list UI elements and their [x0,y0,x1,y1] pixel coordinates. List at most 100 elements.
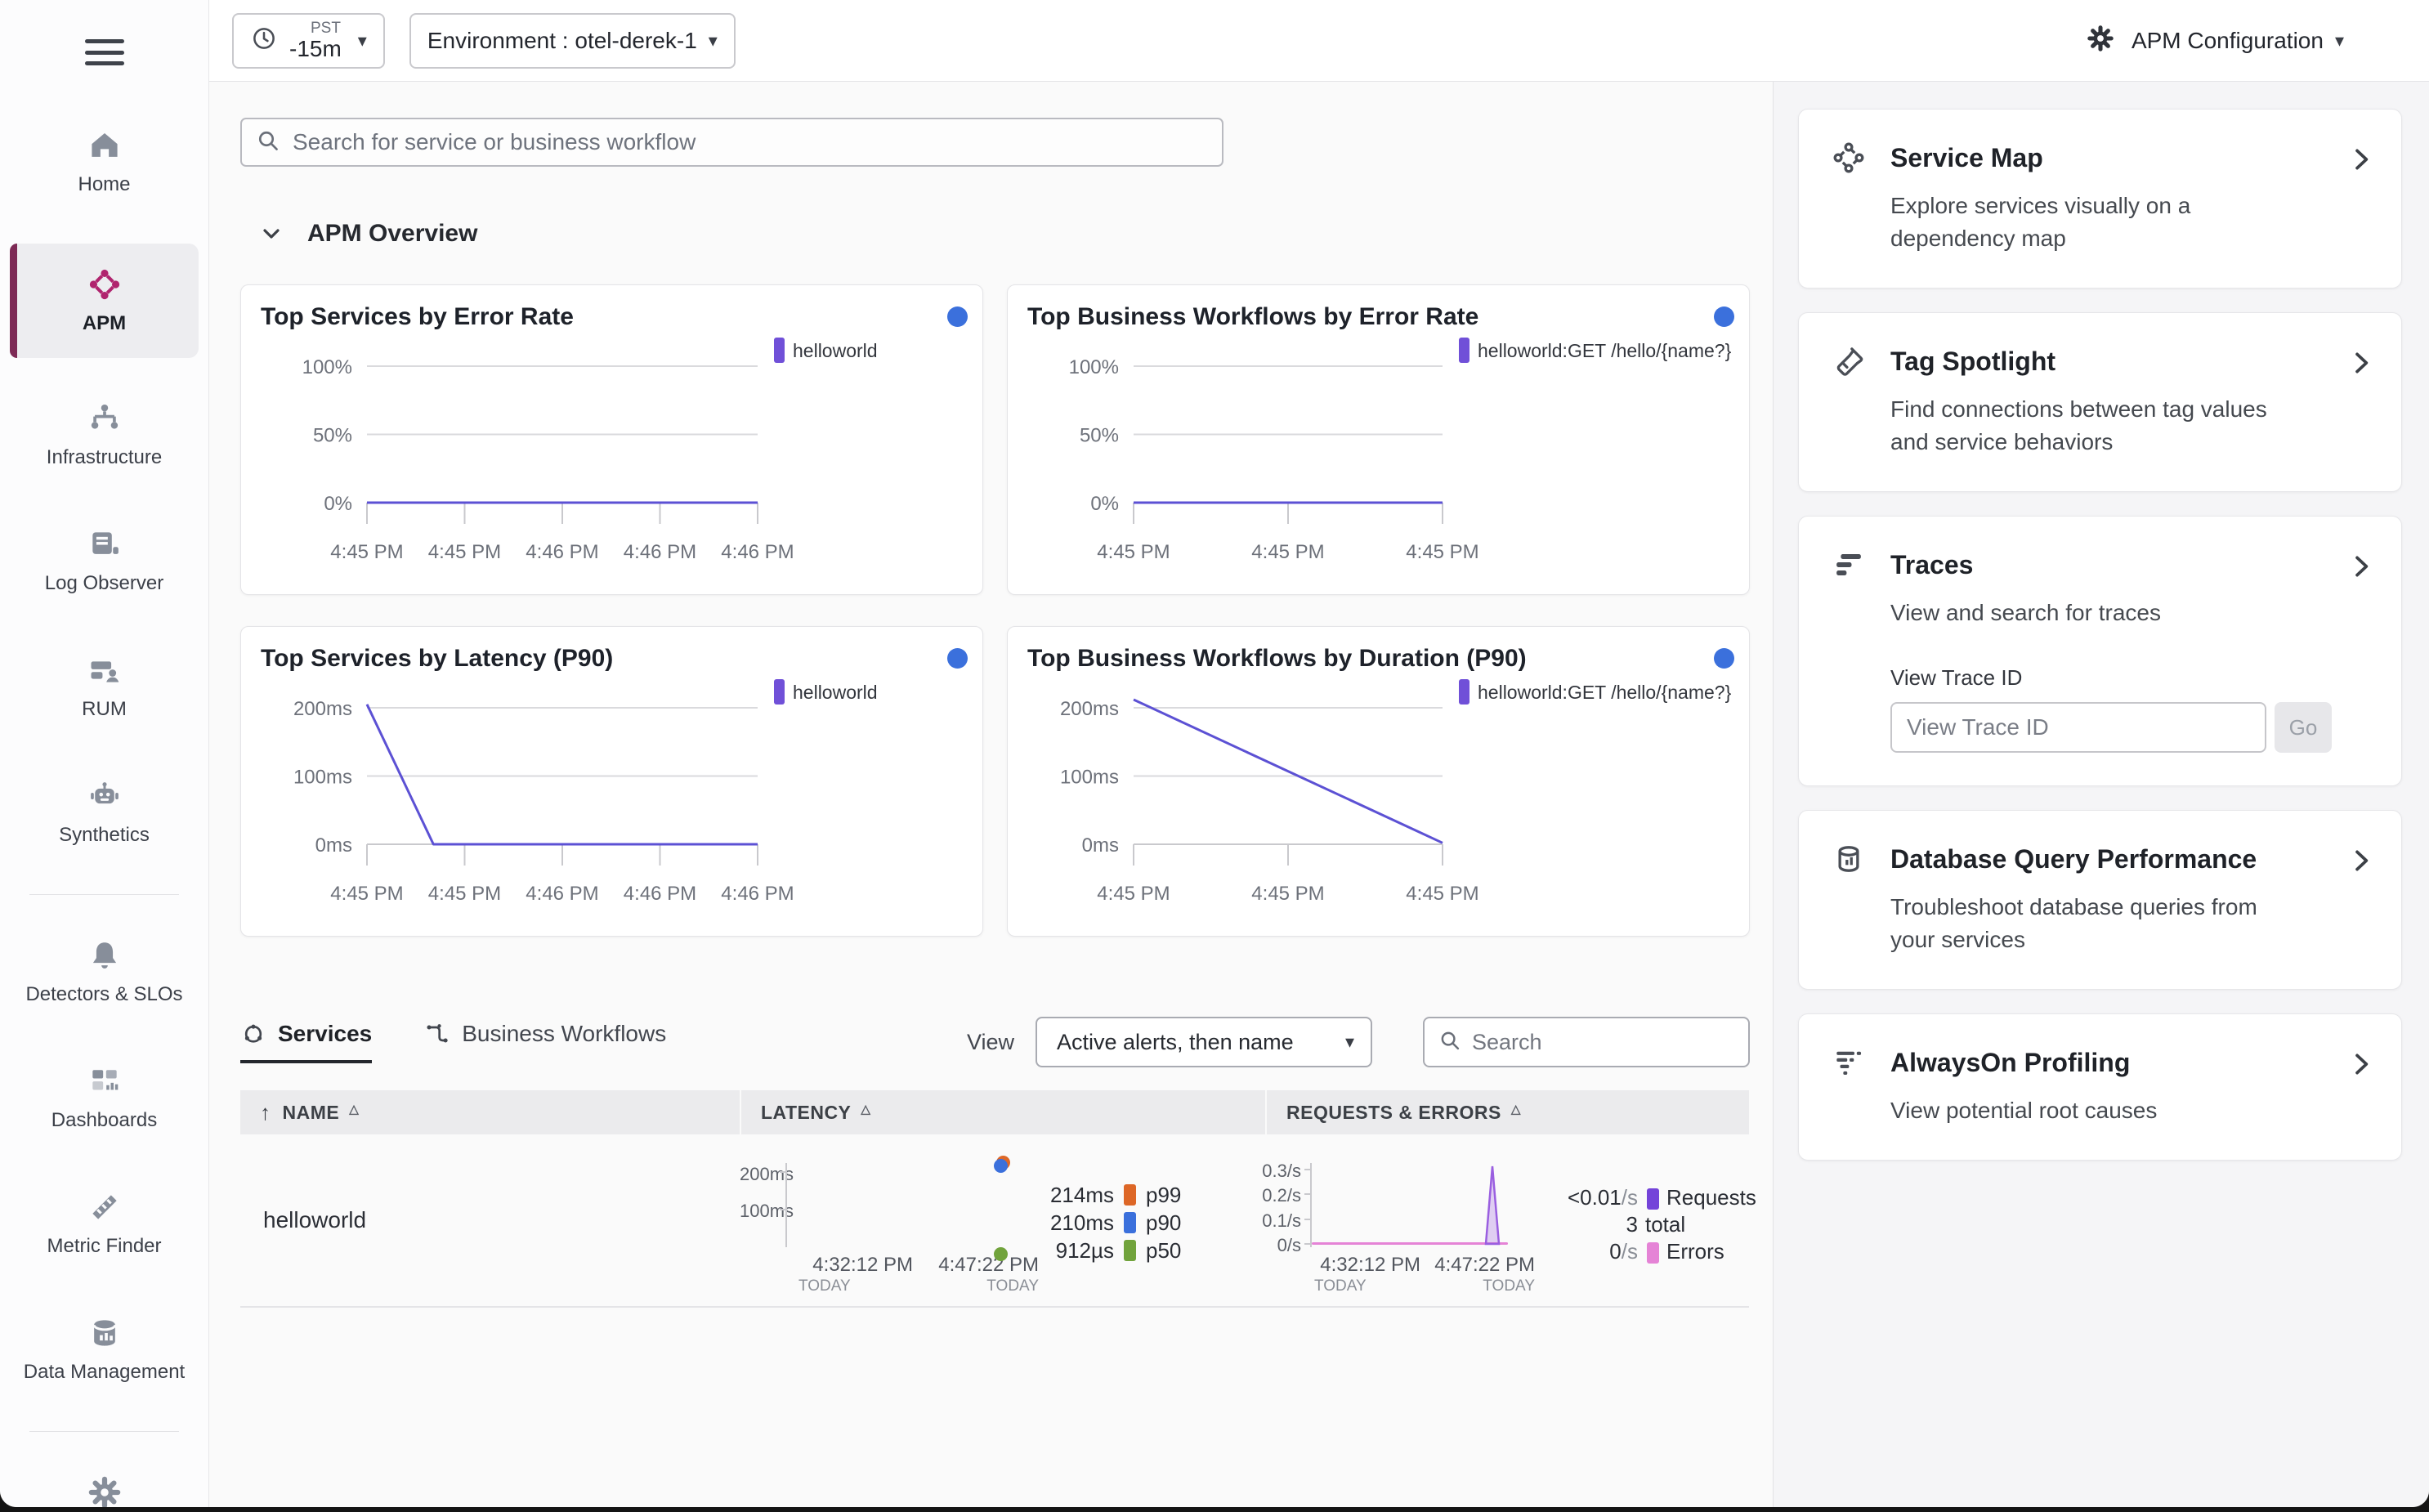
chart-title: Top Services by Error Rate [261,303,574,330]
latency-cell: 200ms 100ms 4:32:12 PM TODAY 4:47:22 PM TODAY… [740,1134,1265,1306]
sidebar-item-dashboards[interactable]: Dashboards [10,1053,199,1142]
y-axis-tick: 0% [324,493,352,515]
timezone-label: PST [311,19,341,37]
sidebar-item-infrastructure[interactable]: Infrastructure [10,391,199,479]
view-sort-value: Active alerts, then name [1057,1029,1294,1054]
column-header-requests-errors[interactable]: REQUESTS & ERRORS △ [1265,1090,1749,1134]
service-search-input[interactable] [293,129,1209,155]
x-axis-tick: 4:45 PM [428,883,501,905]
card-tag-spotlight[interactable]: Tag Spotlight Find connections between ta… [1798,312,2402,492]
chart-title: Top Services by Latency (P90) [261,645,614,672]
table-search-input[interactable] [1472,1029,1709,1055]
sidebar-item-synthetics[interactable]: Synthetics [10,768,199,857]
chart-title: Top Business Workflows by Duration (P90) [1027,645,1527,672]
sidebar-item-log-observer[interactable]: Log Observer [10,517,199,605]
time-range-value: -15m [289,35,342,61]
card-profiling[interactable]: AlwaysOn Profiling View potential root ca… [1798,1013,2402,1161]
y-axis-tick: 0ms [1082,834,1119,857]
chart-card-0[interactable]: Top Services by Error Rate 100% 50% 0% 4:45 … [240,284,983,595]
home-icon [87,126,123,165]
table-row: helloworld 200ms 100ms 4:32:12 PM TODAY 4:47… [240,1134,1756,1308]
sidebar-nav: Home APM Infrastructure Log Observer RUM Synt… [0,118,208,1507]
sidebar-item-metric-finder[interactable]: Metric Finder [10,1179,199,1268]
chevron-down-icon[interactable] [258,221,284,247]
column-header-name[interactable]: ↑ NAME △ [240,1090,740,1134]
synthetics-icon [87,776,123,816]
sidebar-item-data-management[interactable]: Data Management [10,1305,199,1393]
profiling-icon [1832,1045,1890,1080]
x-axis-tick: 4:46 PM [624,883,696,905]
chevron-right-icon[interactable] [2347,1050,2375,1082]
service-name-link[interactable]: helloworld [240,1134,740,1306]
percentile-label: p99 [1146,1182,1182,1207]
y-axis-tick: 100% [1069,356,1119,378]
rate-y-tick: 0.3/s [1262,1161,1301,1181]
x-axis-tick: 4:45 PM [1406,883,1478,905]
legend-label: helloworld [793,682,878,703]
tab-business-workflows[interactable]: Business Workflows [424,1021,666,1063]
card-description: Find connections between tag values and … [1890,396,2267,454]
x-axis-tick: 4:45 PM [1097,541,1170,563]
sidebar-item-settings[interactable]: Settings [10,1465,199,1507]
tab-label: Business Workflows [462,1021,667,1046]
chevron-right-icon[interactable] [2347,552,2375,584]
apm-configuration-label: APM Configuration [2131,27,2324,53]
x-axis-tick: 4:46 PM [624,541,696,563]
service-search-box[interactable] [240,118,1223,167]
time-range-picker[interactable]: PST -15m ▾ [232,12,385,69]
legend-marker [774,338,785,363]
sidebar-item-label: Dashboards [51,1109,158,1131]
chevron-right-icon[interactable] [2347,847,2375,879]
x-axis-tick: 4:45 PM [1406,541,1478,563]
rate-x-end-day: TODAY [1483,1277,1535,1295]
sidebar-item-label: Data Management [23,1361,186,1383]
top-bar: PST -15m ▾ Environment : otel-derek-1 ▾ … [209,0,2429,82]
tabs-and-filters-row: Services Business Workflows View Active … [240,1015,1750,1069]
view-filter-group: View Active alerts, then name ▾ [967,1017,1750,1067]
sidebar-item-rum[interactable]: RUM [10,642,199,731]
workflow-icon [424,1021,450,1047]
legend-marker [774,679,785,705]
main-content: APM Overview Top Services by Error Rate 1… [209,82,1773,1507]
sort-indicator-icon: △ [1510,1103,1521,1116]
sidebar-item-home[interactable]: Home [10,118,199,206]
sidebar-item-apm[interactable]: APM [10,244,199,358]
latency-percentile-row: 912µs p50 [1011,1237,1182,1264]
caret-down-icon: ▾ [357,29,367,51]
latency-dot-p50 [994,1246,1008,1261]
rum-icon [87,651,123,690]
card-database[interactable]: Database Query Performance Troubleshoot d… [1798,810,2402,990]
table-search-box[interactable] [1423,1017,1750,1067]
card-description: Troubleshoot database queries from your … [1890,894,2257,952]
stat-marker [1647,1188,1659,1210]
stat-value: 0 [1609,1239,1622,1264]
search-icon [1438,1028,1462,1057]
sidebar-item-label: Synthetics [59,824,150,846]
tab-services[interactable]: Services [240,1021,373,1063]
x-axis-tick: 4:45 PM [1097,883,1170,905]
card-service-map[interactable]: Service Map Explore services visually on … [1798,109,2402,289]
environment-dropdown[interactable]: Environment : otel-derek-1 ▾ [409,12,736,69]
hamburger-menu-icon[interactable] [81,34,128,70]
latency-dot-p90 [994,1158,1008,1173]
trace-id-input[interactable] [1890,702,2266,753]
view-sort-dropdown[interactable]: Active alerts, then name ▾ [1036,1017,1372,1067]
go-button[interactable]: Go [2275,702,2332,753]
tag-spotlight-icon [1832,344,1890,378]
x-axis-tick: 4:46 PM [526,883,598,905]
apm-configuration-menu[interactable]: APM Configuration ▾ [2086,24,2344,57]
service-map-icon [1832,141,1890,175]
y-axis-tick: 200ms [1060,698,1119,720]
chevron-right-icon[interactable] [2347,349,2375,381]
line-chart-plot: 100% 50% 0% 4:45 PM 4:45 PM 4:45 PM helloworld… [1069,338,1732,563]
card-traces[interactable]: Traces View and search for traces View Tra… [1798,516,2402,786]
sidebar-item-detectors[interactable]: Detectors & SLOs [10,928,199,1016]
column-header-latency[interactable]: LATENCY △ [740,1090,1265,1134]
chart-card-2[interactable]: Top Services by Latency (P90) 200ms 100ms 0… [240,626,983,937]
chevron-right-icon[interactable] [2347,145,2375,177]
chart-card-3[interactable]: Top Business Workflows by Duration (P90)… [1007,626,1750,937]
percentile-label: p50 [1146,1237,1182,1263]
chart-card-1[interactable]: Top Business Workflows by Error Rate 100%… [1007,284,1750,595]
sidebar-item-label: Infrastructure [46,446,163,468]
view-label: View [966,1029,1014,1054]
